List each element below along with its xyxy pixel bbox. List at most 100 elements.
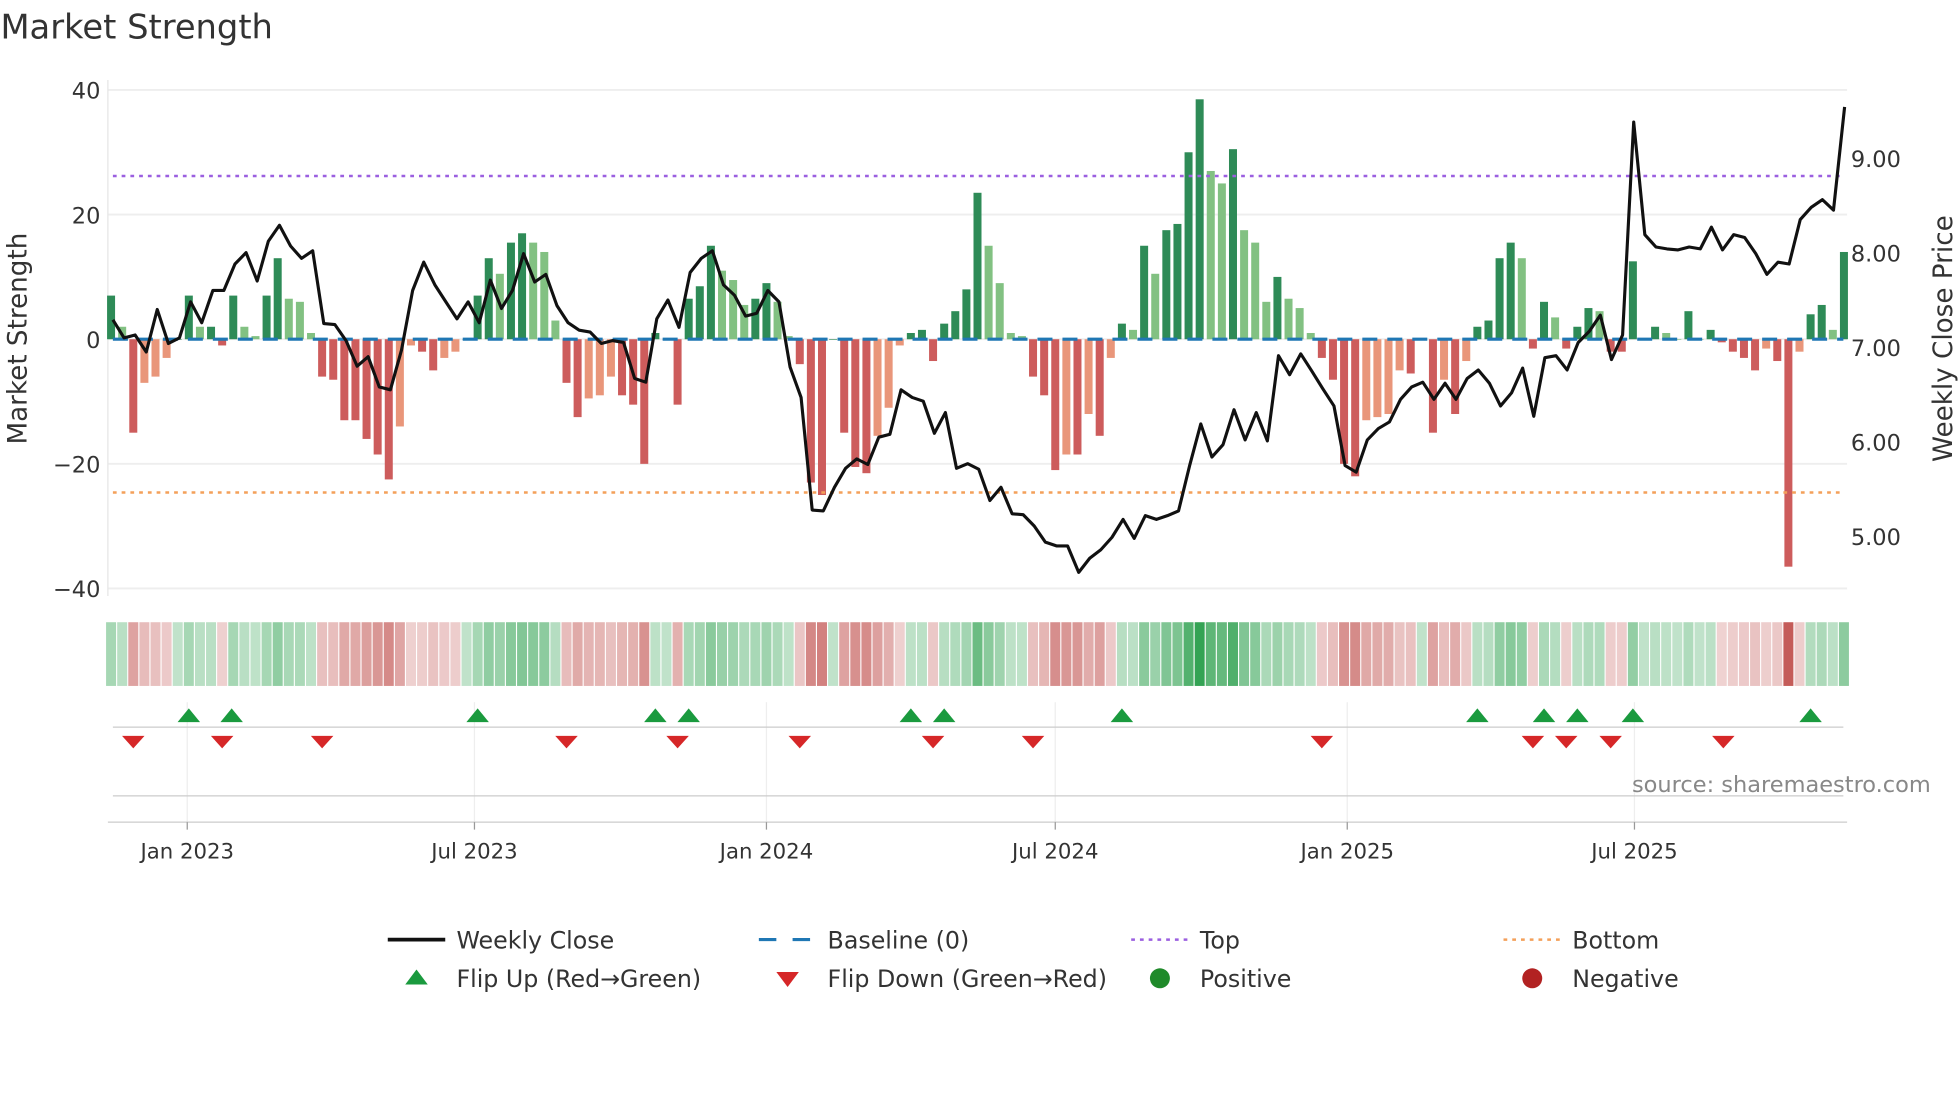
heat-strip-cell <box>1539 622 1550 686</box>
strength-bar <box>951 311 960 340</box>
strength-bar <box>240 326 249 340</box>
heat-strip-cell <box>1272 622 1283 686</box>
heat-strip-cell <box>1594 622 1605 686</box>
flip-up-marker <box>899 708 923 723</box>
strength-bar <box>1528 339 1537 349</box>
heat-strip-cell <box>272 622 283 686</box>
flip-up-marker <box>220 708 243 723</box>
strength-bar <box>640 339 649 464</box>
heat-strip-cell <box>605 622 616 686</box>
strength-bar <box>1162 230 1171 340</box>
heat-strip-cell <box>261 622 272 686</box>
heat-strip-cell <box>1005 622 1016 686</box>
heat-strip-cell <box>517 622 528 686</box>
heat-strip-cell <box>783 622 794 686</box>
heat-strip-cell <box>217 622 228 686</box>
y2-axis-label: Weekly Close Price <box>1929 215 1959 462</box>
heat-strip-cell <box>928 622 939 686</box>
legend-label: Positive <box>1200 965 1291 993</box>
heat-strip-cell <box>1194 622 1205 686</box>
flip-down-marker <box>921 735 945 749</box>
positive-dot-icon <box>1149 968 1170 989</box>
strength-bar <box>573 339 582 418</box>
heat-strip-cell <box>1028 622 1039 686</box>
legend-label: Top <box>1199 926 1240 954</box>
strength-bar <box>1784 339 1793 567</box>
heat-strip-cell <box>672 622 683 686</box>
legend-label: Flip Up (Red→Green) <box>456 965 701 993</box>
flip-down-marker <box>1712 735 1735 749</box>
strength-bar <box>1506 242 1515 340</box>
strength-bar <box>1217 183 1226 340</box>
strength-bar <box>329 339 338 380</box>
legend-label: Bottom <box>1572 926 1659 954</box>
heat-strip-cell <box>1305 622 1316 686</box>
strength-bar <box>1317 339 1326 358</box>
heat-strip-cell <box>194 622 205 686</box>
strength-bar <box>1051 339 1060 471</box>
heat-strip-cell <box>494 622 505 686</box>
heat-strip-cell <box>1705 622 1716 686</box>
strength-bar <box>262 295 271 340</box>
strength-bar <box>684 298 693 340</box>
heat-strip-cell <box>739 622 750 686</box>
heat-strip-cell <box>383 622 394 686</box>
heat-strip-cell <box>1716 622 1727 686</box>
heat-strip-cell <box>883 622 894 686</box>
strength-bar <box>873 339 882 436</box>
legend-item: Bottom <box>1503 926 1659 954</box>
heat-strip-cell <box>850 622 861 686</box>
strength-bar <box>962 289 971 340</box>
x-tick-label: Jan 2024 <box>718 839 814 864</box>
heat-strip-cell <box>1439 622 1450 686</box>
x-tick-label: Jul 2023 <box>429 839 517 864</box>
strength-bar <box>1117 323 1126 340</box>
heat-strip-cell <box>461 622 472 686</box>
strength-heat-strip <box>106 622 1849 686</box>
heat-strip-cell <box>1627 622 1638 686</box>
y-tick-label: 20 <box>72 203 101 229</box>
strength-bar <box>1262 301 1271 340</box>
heat-strip-cell <box>1583 622 1594 686</box>
heat-strip-cell <box>1561 622 1572 686</box>
strength-bar <box>795 339 804 365</box>
legend: Weekly Close Baseline (0) Top Bottom Flip Up… <box>387 926 1679 993</box>
heat-strip-cell <box>961 622 972 686</box>
strength-bar <box>318 339 327 377</box>
heat-strip-cell <box>528 622 539 686</box>
heat-strip-cell <box>1016 622 1027 686</box>
heat-strip-cell <box>1550 622 1561 686</box>
heat-strip-cell <box>1772 622 1783 686</box>
strength-bar <box>529 242 538 340</box>
heat-strip-cell <box>1805 622 1816 686</box>
heat-strip-cell <box>1383 622 1394 686</box>
heat-strip-cell <box>650 622 661 686</box>
x-tick-label: Jan 2023 <box>138 839 234 864</box>
heat-strip-cell <box>1227 622 1238 686</box>
flip-down-marker <box>210 735 234 749</box>
flip-up-marker <box>1799 708 1822 723</box>
strength-bar <box>584 339 593 399</box>
strength-bar <box>1739 339 1748 358</box>
heat-strip-cell <box>939 622 950 686</box>
legend-item: Baseline (0) <box>758 926 969 954</box>
heat-strip-cell <box>1516 622 1527 686</box>
heat-strip-cell <box>872 622 883 686</box>
flip-up-marker <box>466 708 489 723</box>
heat-strip-cell <box>661 622 672 686</box>
heat-strip-cell <box>1483 622 1494 686</box>
heat-strip-cell <box>1605 622 1616 686</box>
strength-bar <box>351 339 360 421</box>
heat-strip-cell <box>750 622 761 686</box>
strength-bar <box>862 339 871 474</box>
flip-down-marker <box>1599 735 1622 749</box>
flip-up-marker <box>644 708 667 723</box>
heat-strip-cell <box>772 622 783 686</box>
heat-strip-cell <box>1105 622 1116 686</box>
strength-bar <box>1140 245 1149 340</box>
heat-strip-cell <box>550 622 561 686</box>
strength-bar <box>973 192 982 340</box>
heat-strip-cell <box>106 622 117 686</box>
strength-bar <box>1795 339 1804 352</box>
heat-strip-cell <box>1139 622 1150 686</box>
